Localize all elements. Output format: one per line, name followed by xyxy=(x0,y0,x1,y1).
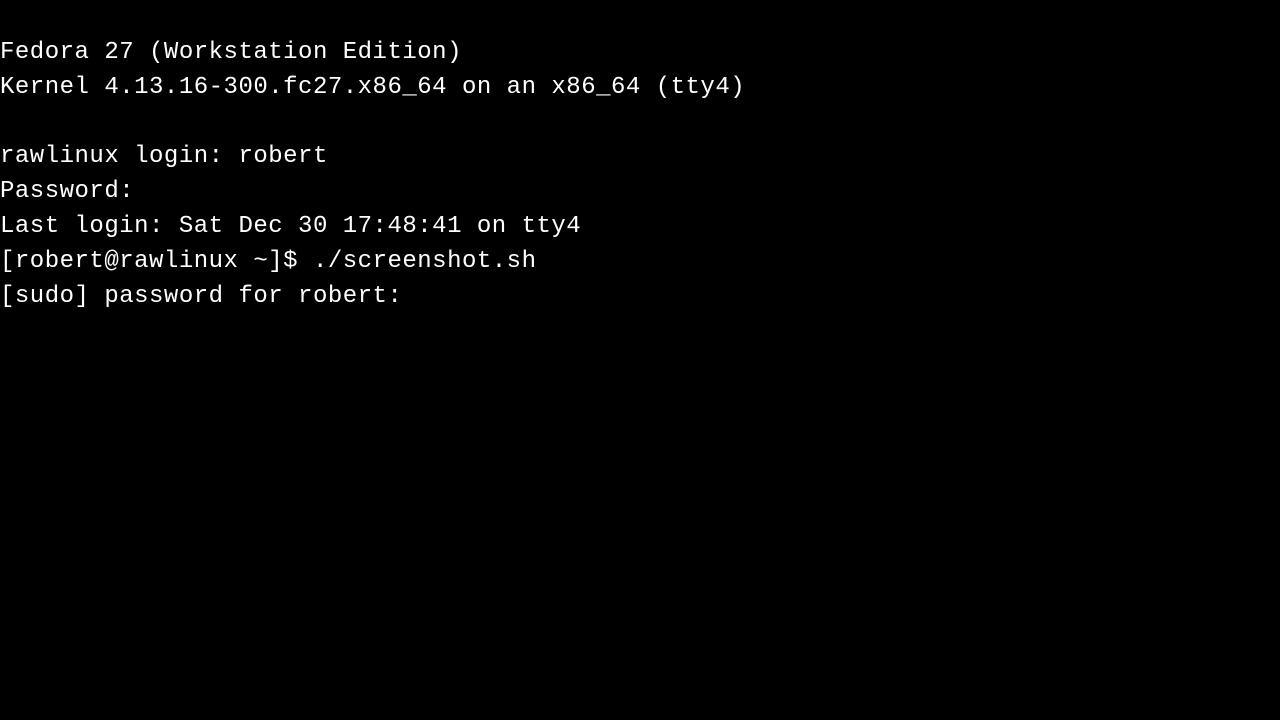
login-prompt-label: rawlinux login: xyxy=(0,143,238,170)
shell-line: [robert@rawlinux ~]$ ./screenshot.sh xyxy=(0,245,1280,280)
sudo-password-prompt[interactable]: [sudo] password for robert: xyxy=(0,280,1280,315)
shell-command-input[interactable]: ./screenshot.sh xyxy=(313,248,537,275)
blank-line xyxy=(0,106,1280,141)
last-login-line: Last login: Sat Dec 30 17:48:41 on tty4 xyxy=(0,210,1280,245)
login-line: rawlinux login: robert xyxy=(0,140,1280,175)
shell-prompt-label: [robert@rawlinux ~]$ xyxy=(0,248,313,275)
login-username-input[interactable]: robert xyxy=(238,143,327,170)
password-prompt-line[interactable]: Password: xyxy=(0,175,1280,210)
issue-distro-line: Fedora 27 (Workstation Edition) xyxy=(0,36,1280,71)
issue-kernel-line: Kernel 4.13.16-300.fc27.x86_64 on an x86… xyxy=(0,71,1280,106)
